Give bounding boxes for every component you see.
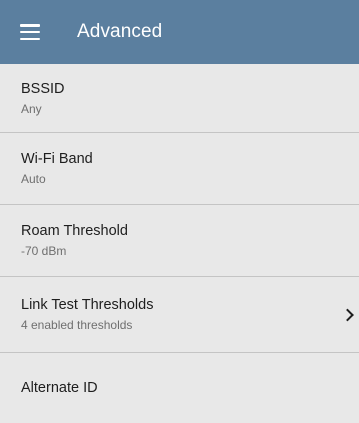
setting-title: BSSID (21, 80, 65, 97)
settings-list: BSSID Any Wi-Fi Band Auto Roam Threshold… (0, 64, 359, 423)
menu-bar-line (20, 24, 40, 27)
setting-value: Auto (21, 172, 46, 186)
menu-bar-line (20, 37, 40, 40)
setting-item-wifi-band[interactable]: Wi-Fi Band Auto (0, 133, 359, 205)
setting-item-bssid[interactable]: BSSID Any (0, 64, 359, 133)
setting-value: 4 enabled thresholds (21, 318, 133, 332)
app-bar: Advanced (0, 0, 359, 64)
setting-item-link-test-thresholds[interactable]: Link Test Thresholds 4 enabled threshold… (0, 277, 359, 353)
setting-title: Link Test Thresholds (21, 297, 154, 313)
setting-value: Any (21, 101, 42, 116)
menu-bar-line (20, 30, 40, 34)
setting-item-roam-threshold[interactable]: Roam Threshold -70 dBm (0, 205, 359, 277)
app-screen: Advanced BSSID Any Wi-Fi Band Auto Roam … (0, 0, 359, 423)
setting-title: Roam Threshold (21, 223, 128, 239)
page-title: Advanced (77, 21, 163, 42)
setting-item-alternate-id[interactable]: Alternate ID (0, 353, 359, 423)
hamburger-menu-icon[interactable] (20, 24, 40, 40)
setting-title: Alternate ID (21, 380, 98, 396)
setting-value: -70 dBm (21, 244, 67, 258)
setting-title: Wi-Fi Band (21, 151, 93, 167)
